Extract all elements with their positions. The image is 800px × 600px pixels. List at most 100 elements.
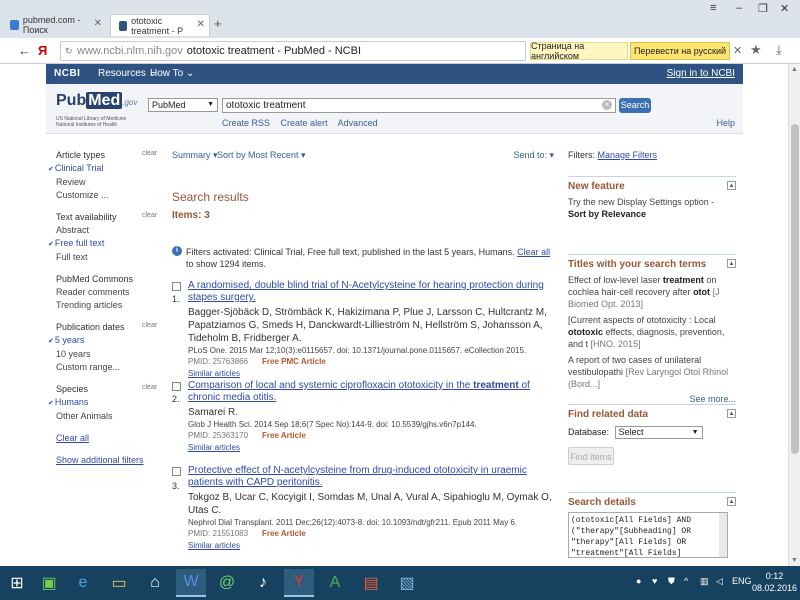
network-icon[interactable]: ▥	[700, 576, 709, 587]
ncbi-logo[interactable]: NCBI	[54, 68, 80, 79]
manage-filters-link[interactable]: Manage Filters	[598, 150, 658, 160]
clear-search-icon[interactable]: ×	[602, 100, 612, 110]
search-details-textarea[interactable]: (ototoxic[All Fields] AND ("therapy"[Sub…	[568, 512, 728, 558]
close-icon[interactable]: ✕	[733, 44, 742, 57]
clear-filter-link[interactable]: clear	[142, 384, 157, 391]
chevron-up-icon[interactable]: ^	[684, 576, 688, 586]
page-scrollbar[interactable]: ▲ ▼	[788, 64, 800, 566]
see-more-link[interactable]: See more...	[568, 394, 736, 404]
sort-by-relevance-link[interactable]: Sort by Relevance	[568, 209, 646, 219]
volume-icon[interactable]: ◁	[716, 576, 723, 587]
related-title-item[interactable]: A report of two cases of unilateral vest…	[568, 354, 736, 390]
howto-menu[interactable]: How To ⌄	[150, 68, 194, 79]
free-article-link[interactable]: Free PMC Article	[262, 357, 326, 366]
create-rss-link[interactable]: Create RSS	[222, 118, 270, 128]
translate-button[interactable]: Перевести на русский	[630, 42, 730, 60]
filter-10-years[interactable]: 10 years	[56, 348, 156, 361]
yandex-browser-icon[interactable]: Y	[284, 569, 314, 597]
result-checkbox[interactable]	[172, 467, 181, 476]
filter-5-years[interactable]: 5 years	[55, 334, 156, 348]
yandex-icon[interactable]: Я	[38, 43, 47, 58]
minimize-icon[interactable]: –	[736, 2, 742, 14]
filter-clinical-trial[interactable]: Clinical Trial	[55, 162, 156, 176]
clock[interactable]: 0:12 08.02.2016	[752, 570, 797, 594]
find-items-button[interactable]: Find items	[568, 447, 614, 465]
browser-tab-ototoxic-treatment[interactable]: ototoxic treatment - P ✕	[110, 14, 210, 36]
filter-other-animals[interactable]: Other Animals	[56, 410, 156, 423]
clear-all-filters-link[interactable]: Clear all	[56, 433, 156, 443]
filter-humans[interactable]: Humans	[55, 396, 156, 410]
related-title-item[interactable]: [Current aspects of ototoxicity : Local …	[568, 314, 736, 350]
store-icon[interactable]: ▣	[34, 569, 64, 597]
result-title-link[interactable]: Comparison of local and systemic ciprofl…	[188, 380, 530, 403]
tray-icon[interactable]: ♥	[652, 576, 657, 586]
create-alert-link[interactable]: Create alert	[281, 118, 328, 128]
download-icon[interactable]: ⤓	[776, 42, 782, 58]
free-article-link[interactable]: Free Article	[262, 431, 306, 440]
advanced-search-link[interactable]: Advanced	[338, 118, 378, 128]
search-input[interactable]: ototoxic treatment ×	[222, 98, 616, 113]
internet-explorer-icon[interactable]: e	[68, 569, 98, 597]
close-icon[interactable]: ✕	[197, 19, 205, 30]
filter-free-full-text[interactable]: Free full text	[55, 237, 156, 251]
back-arrow-icon[interactable]: ←	[18, 43, 31, 58]
start-icon[interactable]: ⊞	[2, 569, 32, 597]
sign-in-link[interactable]: Sign in to NCBI	[667, 68, 735, 79]
filter-abstract[interactable]: Abstract	[56, 224, 156, 237]
menu-icon[interactable]: ≡	[710, 2, 716, 14]
clear-filter-link[interactable]: clear	[142, 150, 157, 157]
app-red-icon[interactable]: ▤	[356, 569, 386, 597]
language-indicator[interactable]: ENG	[732, 576, 752, 586]
result-checkbox[interactable]	[172, 282, 181, 291]
send-to-menu[interactable]: Send to: ▾	[513, 150, 554, 161]
scroll-up-icon[interactable]: ▲	[791, 66, 798, 73]
filter-custom-range[interactable]: Custom range...	[56, 361, 156, 374]
help-link[interactable]: Help	[716, 118, 735, 128]
close-icon[interactable]: ✕	[94, 18, 102, 29]
word-icon[interactable]: W	[176, 569, 206, 597]
tray-icon[interactable]: ●	[636, 576, 641, 586]
filter-customize[interactable]: Customize ...	[56, 189, 156, 202]
collapse-icon[interactable]: ▲	[727, 181, 736, 190]
filter-reader-comments[interactable]: Reader comments	[56, 286, 156, 299]
audio-icon[interactable]: ♪	[248, 569, 278, 597]
summary-menu[interactable]: Summary ▾	[172, 150, 218, 161]
similar-articles-link[interactable]: Similar articles	[188, 442, 554, 453]
close-window-icon[interactable]: ✕	[780, 2, 789, 15]
clear-filter-link[interactable]: clear	[142, 322, 157, 329]
translate-page-language[interactable]: Страница на английском	[530, 41, 628, 61]
result-title-link[interactable]: A randomised, double blind trial of N-Ac…	[188, 280, 544, 303]
scroll-thumb[interactable]	[791, 124, 799, 454]
home-icon[interactable]: ⌂	[140, 569, 170, 597]
clear-filter-link[interactable]: clear	[142, 212, 157, 219]
similar-articles-link[interactable]: Similar articles	[188, 368, 554, 379]
filter-review[interactable]: Review	[56, 176, 156, 189]
file-explorer-icon[interactable]: ▭	[104, 569, 134, 597]
filter-trending-articles[interactable]: Trending articles	[56, 299, 156, 312]
result-checkbox[interactable]	[172, 382, 181, 391]
collapse-icon[interactable]: ▲	[727, 259, 736, 268]
sort-menu[interactable]: Sort by Most Recent ▾	[217, 150, 306, 161]
collapse-icon[interactable]: ▲	[727, 497, 736, 506]
textarea-scrollbar[interactable]	[719, 513, 727, 557]
resources-menu[interactable]: Resources ⌄	[98, 68, 157, 79]
browser-tab-pubmed-search[interactable]: pubmed.com - Поиск ✕	[2, 14, 106, 36]
maximize-icon[interactable]: ❐	[758, 2, 768, 15]
related-database-select[interactable]: Select ▼	[614, 426, 703, 439]
scroll-down-icon[interactable]: ▼	[791, 557, 798, 564]
related-title-item[interactable]: Effect of low-level laser treatment on c…	[568, 274, 736, 310]
similar-articles-link[interactable]: Similar articles	[188, 540, 554, 551]
shield-icon[interactable]: ⛊	[668, 576, 675, 587]
url-field[interactable]: ↻ www.ncbi.nlm.nih.gov ototoxic treatmen…	[60, 41, 526, 61]
new-tab-icon[interactable]: +	[214, 16, 222, 31]
messenger-icon[interactable]: @	[212, 569, 242, 597]
collapse-icon[interactable]: ▲	[727, 409, 736, 418]
refresh-icon[interactable]: ↻	[65, 46, 73, 57]
database-select[interactable]: PubMed ▼	[148, 98, 218, 112]
app-a-icon[interactable]: A	[320, 569, 350, 597]
star-icon[interactable]: ★	[750, 42, 762, 58]
clear-all-link[interactable]: Clear all	[517, 247, 550, 257]
show-additional-filters-link[interactable]: Show additional filters	[56, 455, 156, 465]
pubmed-logo[interactable]: Pub Med .gov	[56, 92, 137, 110]
free-article-link[interactable]: Free Article	[262, 529, 306, 538]
